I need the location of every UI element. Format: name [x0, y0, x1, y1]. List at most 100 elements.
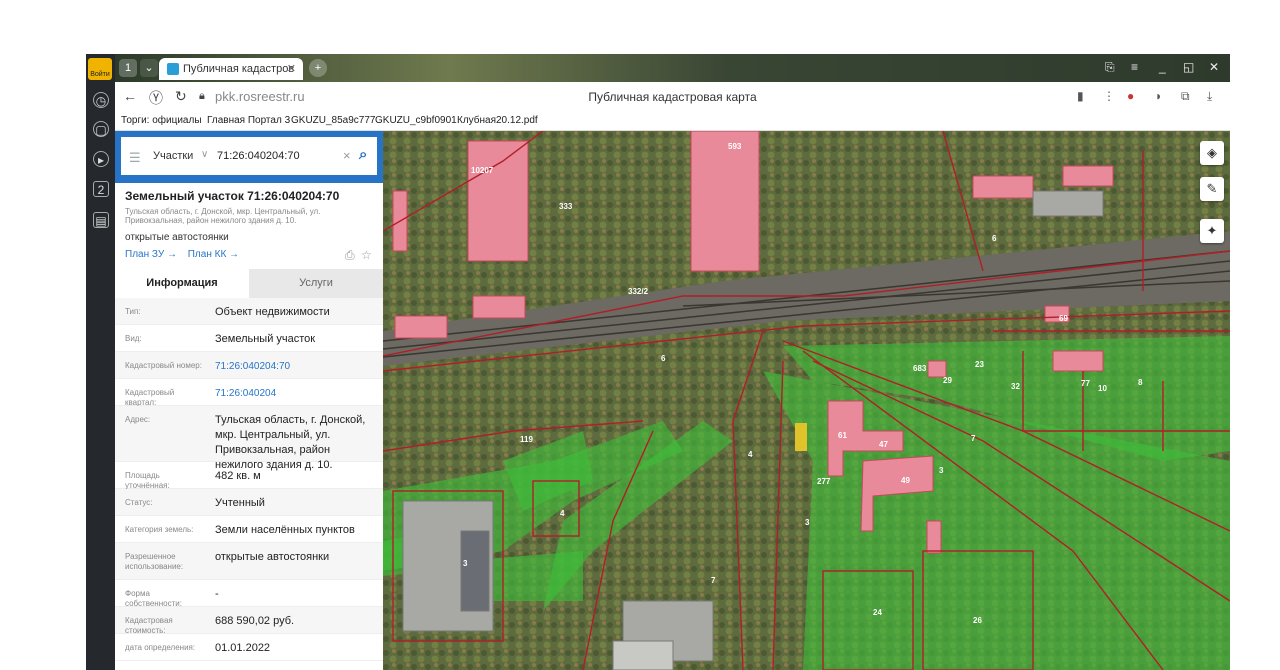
layers-icon[interactable]: ◈	[1200, 141, 1224, 165]
info-row: Кадастровая стоимость: 688 590,02 руб.	[115, 607, 383, 635]
info-row: дата определения: 01.01.2022	[115, 634, 383, 661]
svg-text:47: 47	[879, 440, 888, 449]
info-key: Категория земель:	[125, 525, 194, 534]
history-icon[interactable]: ◷	[93, 92, 109, 108]
restore-icon[interactable]: ◱	[1183, 60, 1194, 74]
info-row: Площадь уточнённая: 482 кв. м	[115, 462, 383, 490]
object-usage: открытые автостоянки	[125, 232, 229, 243]
address-bar: ← Ⓨ ↻ 🔒︎ pkk.rosreestr.ru Публичная када…	[115, 82, 1230, 112]
svg-text:332/2: 332/2	[628, 287, 649, 296]
info-value: 482 кв. м	[215, 470, 261, 482]
search-type-select[interactable]: Участки	[153, 150, 193, 162]
chevron-down-icon[interactable]: ∨	[201, 149, 208, 160]
svg-text:69: 69	[1059, 314, 1068, 323]
more-icon[interactable]: ⋮	[1103, 89, 1115, 103]
svg-text:6: 6	[992, 234, 997, 243]
search-icon[interactable]: ⌕	[359, 146, 379, 166]
plan-zu-link[interactable]: План ЗУ →	[125, 249, 177, 260]
info-key: Статус:	[125, 498, 153, 507]
ruler-icon[interactable]: ✎	[1200, 177, 1224, 201]
svg-text:32: 32	[1011, 382, 1020, 391]
tab-services[interactable]: Услуги	[249, 269, 383, 298]
satellite-map: 10207593 333332/2 6683 2923 32 10 7761 47…	[383, 131, 1230, 670]
svg-text:7: 7	[971, 434, 976, 443]
info-row: Кадастровый квартал: 71:26:040204	[115, 379, 383, 407]
svg-text:77: 77	[1081, 379, 1090, 388]
info-key: Площадь уточнённая:	[125, 471, 170, 490]
svg-text:29: 29	[943, 376, 952, 385]
locate-icon[interactable]: ✦	[1200, 219, 1224, 243]
search-bar: ☰ Участки ∨ 71:26:040204:70 × ⌕	[115, 131, 383, 183]
bookmark-icon[interactable]: ▮	[1077, 89, 1084, 103]
info-value-link[interactable]: 71:26:040204	[215, 386, 375, 401]
info-key: Адрес:	[125, 415, 151, 424]
svg-text:24: 24	[873, 608, 882, 617]
svg-text:10: 10	[1098, 384, 1107, 393]
counter-icon[interactable]: 2	[93, 181, 109, 197]
svg-text:3: 3	[939, 466, 944, 475]
bookmark-manager-icon[interactable]: ⎘	[1105, 60, 1115, 75]
svg-text:683: 683	[913, 364, 927, 373]
svg-text:8: 8	[1138, 378, 1143, 387]
info-row: Тип: Объект недвижимости	[115, 298, 383, 325]
svg-text:593: 593	[728, 142, 742, 151]
download-icon[interactable]: ⤓	[1207, 89, 1212, 104]
map-view[interactable]: 10207 593 333 332/2 6 683 29 23 32 10 77 61 47…	[383, 131, 1230, 670]
svg-text:26: 26	[973, 616, 982, 625]
info-table: Тип: Объект недвижимости Вид: Земельный уча…	[115, 298, 383, 661]
tab-active[interactable]: Публичная кадастров ✕	[159, 58, 303, 80]
info-key: Форма собственности:	[125, 589, 182, 608]
play-icon[interactable]: ▸	[93, 151, 109, 167]
favicon-icon	[167, 63, 179, 75]
tab-title: Публичная кадастров	[183, 63, 295, 75]
info-row: Кадастровый номер: 71:26:040204:70	[115, 352, 383, 379]
page-content: ☰ Участки ∨ 71:26:040204:70 × ⌕ Земельны…	[115, 131, 1230, 670]
search-input[interactable]: 71:26:040204:70	[217, 150, 300, 162]
protect-icon[interactable]: ◗	[1155, 89, 1162, 103]
notes-icon[interactable]: ▤	[93, 212, 109, 228]
info-key: Кадастровый номер:	[125, 361, 202, 370]
puzzle-icon[interactable]: ⧉	[1181, 89, 1190, 104]
info-row: Статус: Учтенный	[115, 489, 383, 516]
svg-text:6: 6	[661, 354, 666, 363]
svg-text:7: 7	[711, 576, 716, 585]
close-tab-icon[interactable]: ✕	[287, 62, 296, 75]
plan-links: План ЗУ → План КК →	[125, 249, 247, 260]
star-icon[interactable]: ☆	[361, 248, 372, 262]
tab-list-chevron-icon[interactable]: ⌄	[140, 59, 158, 77]
info-value: открытые автостоянки	[215, 551, 330, 563]
menu-icon[interactable]: ☰	[129, 150, 141, 166]
login-button[interactable]: Войти	[88, 58, 112, 80]
svg-text:4: 4	[560, 509, 565, 518]
page-title: Публичная кадастровая карта	[588, 90, 757, 104]
info-row: Разрешенное использование: открытые автос…	[115, 543, 383, 580]
extension-icon[interactable]: ●	[1127, 89, 1134, 103]
bookmark-item[interactable]: GKUZU_85a9c777	[291, 115, 376, 126]
info-value: Земельный участок	[215, 333, 316, 345]
info-row: Вид: Земельный участок	[115, 325, 383, 352]
new-tab-button[interactable]: +	[309, 59, 327, 77]
menu-icon[interactable]: ≡	[1131, 60, 1138, 74]
info-value: 01.01.2022	[215, 642, 271, 654]
info-panel: ☰ Участки ∨ 71:26:040204:70 × ⌕ Земельны…	[115, 131, 383, 670]
plan-kk-link[interactable]: План КК →	[188, 249, 239, 260]
bookmark-item[interactable]: GKUZU_c9bf0901	[375, 115, 457, 126]
minimize-icon[interactable]: _	[1159, 60, 1166, 74]
info-key: Кадастровая стоимость:	[125, 616, 173, 635]
tab-bar: 1 ⌄ Публичная кадастров ✕ + ⎘ ≡ _ ◱ ✕	[115, 54, 1230, 82]
collections-icon[interactable]: ▢	[93, 121, 109, 137]
print-icon[interactable]: ⎙	[345, 248, 355, 263]
tab-counter[interactable]: 1	[119, 59, 137, 77]
bookmark-item[interactable]: Главная Портал 3	[207, 115, 290, 126]
svg-text:23: 23	[975, 360, 984, 369]
close-window-icon[interactable]: ✕	[1209, 60, 1219, 74]
info-value-link[interactable]: 71:26:040204:70	[215, 359, 375, 374]
info-row: Форма собственности: -	[115, 580, 383, 608]
clear-icon[interactable]: ×	[343, 148, 351, 163]
tab-info[interactable]: Информация	[115, 269, 249, 298]
svg-text:4: 4	[748, 450, 753, 459]
info-key: дата определения:	[125, 643, 196, 652]
bookmark-item[interactable]: Торги: официалы	[121, 115, 202, 126]
bookmark-item[interactable]: Клубная20.12.pdf	[457, 115, 538, 126]
svg-text:10207: 10207	[471, 166, 494, 175]
